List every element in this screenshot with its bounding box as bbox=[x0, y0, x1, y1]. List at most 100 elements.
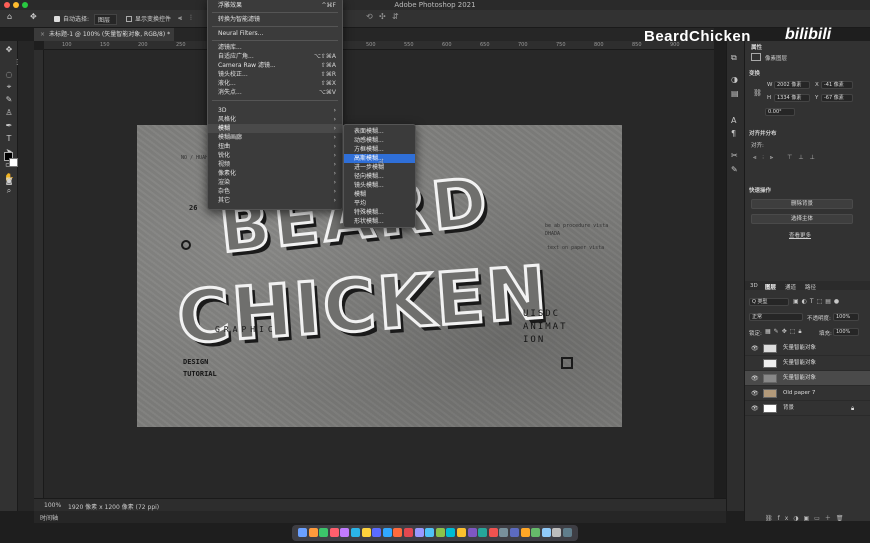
adjustments-icon[interactable]: ◑ bbox=[731, 75, 738, 84]
document-size-info[interactable]: 1920 像素 x 1200 像素 (72 ppi) bbox=[68, 502, 159, 511]
layer-row[interactable]: 👁︎ 背景 🔒︎ bbox=[745, 401, 870, 416]
dock-app-icon[interactable] bbox=[361, 528, 371, 537]
tab-paths[interactable]: 路径 bbox=[805, 283, 816, 291]
brush-tool-icon[interactable]: ✎ bbox=[3, 94, 15, 105]
show-transform-checkbox[interactable] bbox=[126, 16, 132, 22]
layer-name[interactable]: 矢量智能对象 bbox=[783, 356, 816, 371]
angle-field[interactable]: 0.00° bbox=[765, 108, 795, 116]
libraries-icon[interactable]: ▤ bbox=[731, 89, 739, 98]
3d-orbit-icon[interactable]: ⟲ bbox=[366, 12, 373, 21]
timeline-tab[interactable]: 时间轴 bbox=[40, 513, 58, 522]
layer-row-selected[interactable]: 👁︎ 矢量智能对象 bbox=[745, 371, 870, 386]
layer-name[interactable]: 矢量智能对象 bbox=[783, 341, 816, 356]
layer-bottom-buttons[interactable]: ⛓fx◑▣▭＋🗑︎ bbox=[765, 513, 865, 522]
menu-item-render[interactable]: 渲染 › bbox=[208, 178, 342, 187]
stamp-tool-icon[interactable]: ♙ bbox=[3, 107, 15, 118]
menu-item-vanishing-point[interactable]: 消失点... ⌥⌘V bbox=[208, 88, 342, 97]
menu-item-blur-gallery[interactable]: 模糊画廊 › bbox=[208, 133, 342, 142]
menu-item-liquify[interactable]: 液化... ⇧⌘X bbox=[208, 79, 342, 88]
dock-app-icon[interactable] bbox=[308, 528, 318, 537]
3d-pan-icon[interactable]: ✣ bbox=[379, 12, 386, 21]
dock-app-icon[interactable] bbox=[435, 528, 445, 537]
tab-layers[interactable]: 图层 bbox=[765, 283, 776, 291]
quick-select-tool-icon[interactable]: ⌖ bbox=[3, 81, 15, 92]
dock-app-icon[interactable] bbox=[499, 528, 509, 537]
dock-app-icon[interactable] bbox=[531, 528, 541, 537]
submenu-item-motion-blur[interactable]: 动感模糊... bbox=[344, 136, 415, 145]
quick-mask-icon[interactable]: ◙ bbox=[3, 176, 15, 187]
dock-app-icon[interactable] bbox=[488, 528, 498, 537]
character-icon[interactable]: A bbox=[731, 116, 736, 125]
tools-preset-icon[interactable]: ✂ bbox=[731, 151, 738, 160]
eye-icon[interactable]: 👁︎ bbox=[751, 401, 759, 416]
submenu-item-shape-blur[interactable]: 形状模糊... bbox=[344, 217, 415, 226]
dock-app-icon[interactable] bbox=[382, 528, 392, 537]
menu-item-distort[interactable]: 扭曲 › bbox=[208, 142, 342, 151]
dock-app-icon[interactable] bbox=[457, 528, 466, 537]
quick-actions-title[interactable]: 快速操作 bbox=[749, 186, 771, 194]
dock-app-icon[interactable] bbox=[552, 528, 562, 537]
submenu-item-radial-blur[interactable]: 径向模糊... bbox=[344, 172, 415, 181]
y-field[interactable]: -67 像素 bbox=[821, 94, 853, 102]
menu-item-sharpen[interactable]: 锐化 › bbox=[208, 151, 342, 160]
layer-name[interactable]: 矢量智能对象 bbox=[783, 371, 816, 386]
layer-row[interactable]: 矢量智能对象 bbox=[745, 356, 870, 371]
layer-name[interactable]: Old paper 7 bbox=[783, 386, 815, 401]
menu-item-convert-smart-filters[interactable]: 转换为智能滤镜 bbox=[208, 15, 342, 24]
layer-kind-filter[interactable]: Q 类型 bbox=[749, 298, 789, 306]
align-center-icon[interactable]: ⫶ bbox=[190, 14, 192, 23]
menu-item-noise[interactable]: 杂色 › bbox=[208, 187, 342, 196]
dock-app-icon[interactable] bbox=[563, 528, 572, 537]
dock-app-icon[interactable] bbox=[446, 528, 456, 537]
properties-tab[interactable]: 属性 bbox=[751, 43, 762, 51]
dock-app-icon[interactable] bbox=[298, 528, 307, 537]
menu-item-blur[interactable]: 模糊 › bbox=[208, 124, 342, 133]
menu-item-adaptive-wide-angle[interactable]: 自适应广角... ⌥⇧⌘A bbox=[208, 52, 342, 61]
layer-name[interactable]: 背景 bbox=[783, 401, 794, 416]
submenu-item-box-blur[interactable]: 方框模糊... bbox=[344, 145, 415, 154]
x-field[interactable]: -41 像素 bbox=[821, 81, 853, 89]
dock-app-icon[interactable] bbox=[393, 528, 403, 537]
dock-app-icon[interactable] bbox=[340, 528, 350, 537]
align-left-icon[interactable]: ⫷ bbox=[178, 14, 182, 23]
home-icon[interactable]: ⌂ bbox=[7, 12, 12, 21]
lock-icons[interactable]: ▦✎✥⬚🔒︎ bbox=[765, 328, 805, 336]
submenu-item-average[interactable]: 平均 bbox=[344, 199, 415, 208]
opacity-field[interactable]: 100% bbox=[833, 313, 859, 321]
dock-app-icon[interactable] bbox=[520, 528, 530, 537]
menu-item-stylize[interactable]: 风格化 › bbox=[208, 115, 342, 124]
menu-item-3d[interactable]: 3D › bbox=[208, 106, 342, 115]
menu-item-emboss[interactable]: 浮雕效果 ^⌘F bbox=[208, 1, 342, 10]
dock-app-icon[interactable] bbox=[351, 528, 360, 537]
dock-app-icon[interactable] bbox=[478, 528, 488, 537]
align-section-title[interactable]: 对齐并分布 bbox=[749, 129, 777, 137]
layer-filter-icons[interactable]: ▣◐T⬚▤● bbox=[793, 298, 842, 305]
dock-app-icon[interactable] bbox=[425, 528, 435, 537]
move-tool-icon[interactable]: ✥ bbox=[30, 12, 37, 21]
move-tool-icon[interactable]: ✥ bbox=[3, 44, 15, 55]
close-tab-icon[interactable]: × bbox=[40, 31, 45, 38]
menu-item-filter-gallery[interactable]: 滤镜库... bbox=[208, 43, 342, 52]
blend-mode-dropdown[interactable]: 正常 bbox=[749, 313, 803, 321]
fill-field[interactable]: 100% bbox=[833, 328, 859, 336]
zoom-level[interactable]: 100% bbox=[44, 502, 61, 509]
eye-icon[interactable]: 👁︎ bbox=[751, 341, 759, 356]
submenu-item-surface-blur[interactable]: 表面模糊... bbox=[344, 127, 415, 136]
document-tab[interactable]: × 未标题-1 @ 100% (矢量智能对象, RGB/8) * bbox=[34, 28, 174, 41]
type-tool-icon[interactable]: T bbox=[3, 133, 15, 144]
width-field[interactable]: 2002 像素 bbox=[774, 81, 810, 89]
menu-item-lens-correction[interactable]: 镜头校正... ⇧⌘R bbox=[208, 70, 342, 79]
tab-channels[interactable]: 通道 bbox=[785, 283, 796, 291]
align-buttons-row[interactable]: ⫷⫶⫸ ⊤⊥⊥ bbox=[753, 154, 853, 162]
link-icon[interactable]: ⛓ bbox=[753, 89, 762, 97]
remove-background-button[interactable]: 删除背景 bbox=[751, 199, 853, 209]
transform-section-title[interactable]: 变换 bbox=[749, 69, 760, 77]
submenu-item-lens-blur[interactable]: 镜头模糊... bbox=[344, 181, 415, 190]
menu-item-neural-filters[interactable]: Neural Filters... bbox=[208, 29, 342, 38]
3d-slide-icon[interactable]: ⇵ bbox=[392, 12, 399, 21]
tab-3d[interactable]: 3D bbox=[750, 283, 758, 289]
menu-item-camera-raw[interactable]: Camera Raw 滤镜... ⇧⌘A bbox=[208, 61, 342, 70]
lasso-tool-icon[interactable]: ◌ bbox=[3, 69, 15, 80]
layer-row[interactable]: 👁︎ Old paper 7 bbox=[745, 386, 870, 401]
eye-icon[interactable]: 👁︎ bbox=[751, 371, 759, 386]
